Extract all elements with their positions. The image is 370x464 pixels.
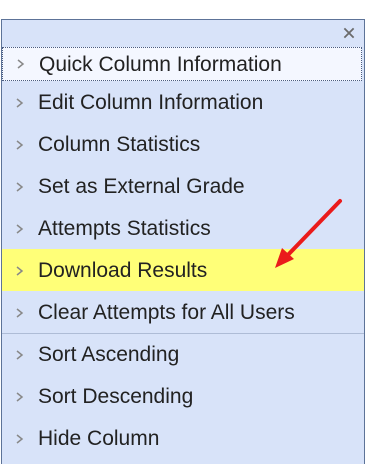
chevron-right-icon [16, 97, 24, 108]
menu-item-label: Attempts Statistics [38, 217, 211, 240]
menu-item-label: Quick Column Information [39, 52, 282, 76]
chevron-right-icon [16, 349, 24, 360]
menu-item-label: Sort Descending [38, 385, 194, 408]
chevron-right-icon [16, 181, 24, 192]
chevron-right-icon [16, 265, 24, 276]
menu-item-label: Sort Ascending [38, 343, 180, 366]
clear-attempts-for-all-users-menu-item[interactable]: Clear Attempts for All Users [2, 291, 364, 333]
chevron-right-icon [16, 223, 24, 234]
menu-list: Quick Column Information Edit Column Inf… [2, 47, 364, 459]
sort-descending-menu-item[interactable]: Sort Descending [2, 375, 364, 417]
menu-item-label: Download Results [38, 259, 208, 282]
chevron-right-icon [16, 391, 24, 402]
sort-ascending-menu-item[interactable]: Sort Ascending [2, 333, 364, 375]
menu-item-label: Clear Attempts for All Users [38, 301, 295, 324]
page: Quick Column Information Edit Column Inf… [0, 0, 370, 464]
chevron-right-icon [16, 307, 24, 318]
menu-item-label: Edit Column Information [38, 91, 264, 114]
attempts-statistics-menu-item[interactable]: Attempts Statistics [2, 207, 364, 249]
edit-column-information-menu-item[interactable]: Edit Column Information [2, 81, 364, 123]
hide-column-menu-item[interactable]: Hide Column [2, 417, 364, 459]
chevron-right-icon [16, 433, 24, 444]
chevron-right-icon [16, 139, 24, 150]
close-icon[interactable] [342, 26, 356, 40]
quick-column-information-menu-item[interactable]: Quick Column Information [2, 47, 362, 81]
set-as-external-grade-menu-item[interactable]: Set as External Grade [2, 165, 364, 207]
download-results-menu-item[interactable]: Download Results [2, 249, 364, 291]
menu-header [2, 20, 364, 47]
column-options-menu: Quick Column Information Edit Column Inf… [1, 19, 365, 464]
chevron-right-icon [17, 59, 25, 69]
menu-item-label: Column Statistics [38, 133, 201, 156]
column-statistics-menu-item[interactable]: Column Statistics [2, 123, 364, 165]
menu-item-label: Hide Column [38, 427, 160, 450]
menu-item-label: Set as External Grade [38, 175, 245, 198]
